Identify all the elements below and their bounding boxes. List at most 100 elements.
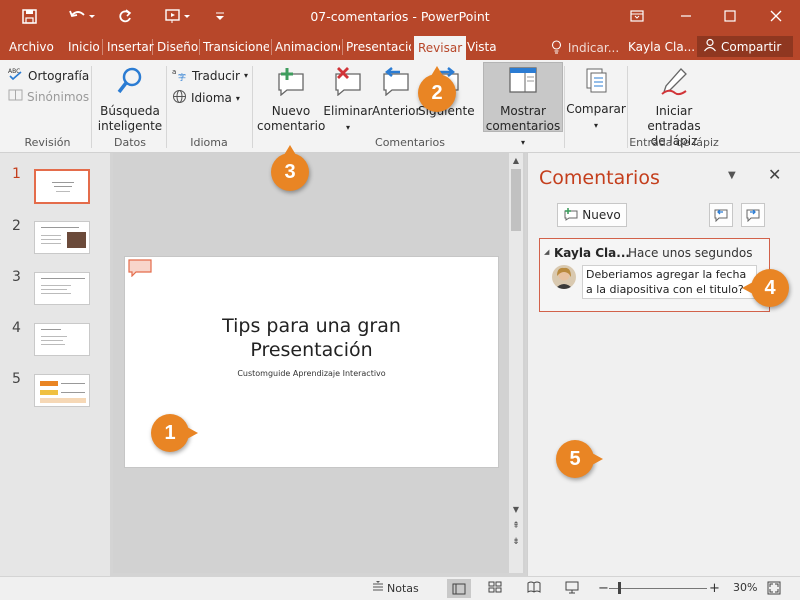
comment-marker-icon[interactable]: [128, 259, 152, 278]
maximize-icon[interactable]: [716, 4, 744, 28]
group-label-comentarios: Comentarios: [375, 136, 445, 149]
group-label-entrada-lapiz: Entrada de lápiz: [629, 136, 719, 149]
comment-author: Kayla Cla...: [554, 246, 630, 260]
thesaurus-icon: [8, 89, 23, 104]
next-slide-icon[interactable]: ⇟: [509, 537, 523, 547]
reading-view-icon[interactable]: [527, 581, 541, 593]
tell-me[interactable]: Indicar...: [551, 40, 619, 57]
vertical-scrollbar[interactable]: ▲ ▼ ⇞ ⇟: [509, 153, 523, 573]
slide-sorter-icon[interactable]: [488, 581, 502, 593]
slide-title-line1[interactable]: Tips para una gran: [125, 314, 498, 338]
pen-icon: [630, 66, 718, 100]
slide-thumbnail-3[interactable]: [34, 272, 90, 305]
slide-thumbnails-pane: [0, 153, 110, 576]
smart-lookup-button[interactable]: Búsqueda inteligente: [96, 66, 164, 134]
person-icon: [703, 38, 717, 55]
avatar: [552, 265, 576, 289]
group-label-idioma: Idioma: [190, 136, 228, 149]
comments-pane: Comentarios ▼ ✕ Nuevo ◢ Kayla Cla... Hac…: [527, 153, 800, 576]
tab-transiciones[interactable]: Transiciones: [203, 39, 269, 57]
tab-presentacion[interactable]: Presentación: [346, 39, 411, 57]
previous-slide-icon[interactable]: ⇞: [509, 521, 523, 531]
new-comment-icon: [257, 66, 325, 100]
slide-thumbnail-2[interactable]: [34, 221, 90, 254]
compare-button[interactable]: Comparar ▾: [566, 66, 626, 133]
slide-number: 3: [12, 269, 21, 285]
slide-number: 5: [12, 371, 21, 387]
slideshow-icon[interactable]: [565, 581, 579, 594]
status-bar: Notas − + 30%: [0, 576, 800, 600]
callout-1: 1: [151, 414, 198, 452]
normal-view-icon[interactable]: [447, 579, 471, 598]
share-button[interactable]: Compartir: [697, 36, 793, 57]
ribbon-display-options-icon[interactable]: [623, 4, 651, 28]
zoom-slider[interactable]: [609, 588, 707, 589]
spelling-button[interactable]: ABC Ortografía: [8, 67, 89, 84]
close-window-icon[interactable]: [762, 4, 790, 28]
scroll-up-icon[interactable]: ▲: [509, 156, 523, 165]
zoom-in-icon[interactable]: +: [709, 581, 720, 596]
callout-2: 2: [418, 66, 456, 112]
slide-thumbnail-1[interactable]: [34, 169, 90, 204]
tab-vista[interactable]: Vista: [467, 39, 497, 57]
slide-thumbnail-5[interactable]: [34, 374, 90, 407]
show-comments-icon: [483, 66, 563, 100]
previous-comment-icon: [372, 66, 420, 100]
spelling-icon: ABC: [8, 67, 24, 84]
group-label-revision: Revisión: [24, 136, 71, 149]
globe-icon: [172, 89, 187, 107]
new-comment-small-icon: [563, 207, 579, 224]
next-comment-pane-icon[interactable]: [741, 203, 765, 227]
slide-number: 1: [12, 166, 21, 182]
tab-revisar[interactable]: Revisar: [414, 36, 467, 60]
delete-comment-icon: [323, 66, 373, 100]
slide-thumbnail-4[interactable]: [34, 323, 90, 356]
compare-icon: [566, 66, 626, 98]
slide-number: 4: [12, 320, 21, 336]
comment-text[interactable]: Deberiamos agregar la fecha a la diaposi…: [582, 265, 757, 299]
collapse-icon[interactable]: ◢: [544, 248, 549, 256]
new-comment-pane-button[interactable]: Nuevo: [557, 203, 627, 227]
user-name[interactable]: Kayla Cla...: [628, 40, 695, 54]
synonyms-button[interactable]: Sinónimos: [8, 89, 89, 104]
previous-comment-button[interactable]: Anterior: [372, 66, 420, 119]
close-pane-icon[interactable]: ✕: [768, 165, 781, 184]
scrollbar-thumb[interactable]: [511, 169, 521, 231]
scroll-down-icon[interactable]: ▼: [509, 505, 523, 514]
ribbon-tabs: Archivo Inicio Insertar Diseño Transicio…: [0, 33, 800, 60]
tab-animaciones[interactable]: Animaciones: [275, 39, 340, 57]
zoom-out-icon[interactable]: −: [598, 581, 609, 596]
slide-subtitle[interactable]: Customguide Aprendizaje Interactivo: [125, 369, 498, 378]
delete-comment-button[interactable]: Eliminar ▾: [323, 66, 373, 135]
previous-comment-pane-icon[interactable]: [709, 203, 733, 227]
slide-number: 2: [12, 218, 21, 234]
comment-card[interactable]: ◢ Kayla Cla... Hace unos segundos Deberi…: [539, 238, 770, 312]
new-comment-button[interactable]: Nuevo comentario: [257, 66, 325, 134]
translate-icon: a字: [172, 67, 188, 84]
pane-options-icon[interactable]: ▼: [728, 170, 736, 181]
title-bar: 07-comentarios - PowerPoint: [0, 0, 800, 33]
tab-archivo[interactable]: Archivo: [9, 39, 54, 57]
notes-button[interactable]: Notas: [372, 581, 419, 596]
translate-button[interactable]: a字 Traducir ▾: [172, 67, 248, 84]
notes-icon: [372, 581, 384, 596]
callout-5: 5: [556, 440, 603, 478]
tab-insertar[interactable]: Insertar: [107, 39, 154, 57]
minimize-icon[interactable]: [672, 4, 700, 28]
tab-diseno[interactable]: Diseño: [157, 39, 198, 57]
svg-text:a: a: [172, 68, 176, 76]
group-label-datos: Datos: [114, 136, 146, 149]
callout-3: 3: [271, 145, 309, 191]
slide-title-line2[interactable]: Presentación: [125, 338, 498, 362]
comment-time: Hace unos segundos: [628, 246, 753, 260]
language-button[interactable]: Idioma ▾: [172, 89, 240, 107]
zoom-level[interactable]: 30%: [733, 581, 757, 594]
zoom-slider-thumb[interactable]: [618, 582, 621, 594]
callout-4: 4: [742, 269, 789, 307]
smart-lookup-icon: [96, 66, 164, 100]
comments-pane-title: Comentarios: [539, 167, 660, 189]
fit-to-window-icon[interactable]: [767, 581, 781, 595]
tab-inicio[interactable]: Inicio: [68, 39, 100, 57]
lightbulb-icon: [551, 40, 562, 57]
svg-text:字: 字: [178, 72, 186, 81]
